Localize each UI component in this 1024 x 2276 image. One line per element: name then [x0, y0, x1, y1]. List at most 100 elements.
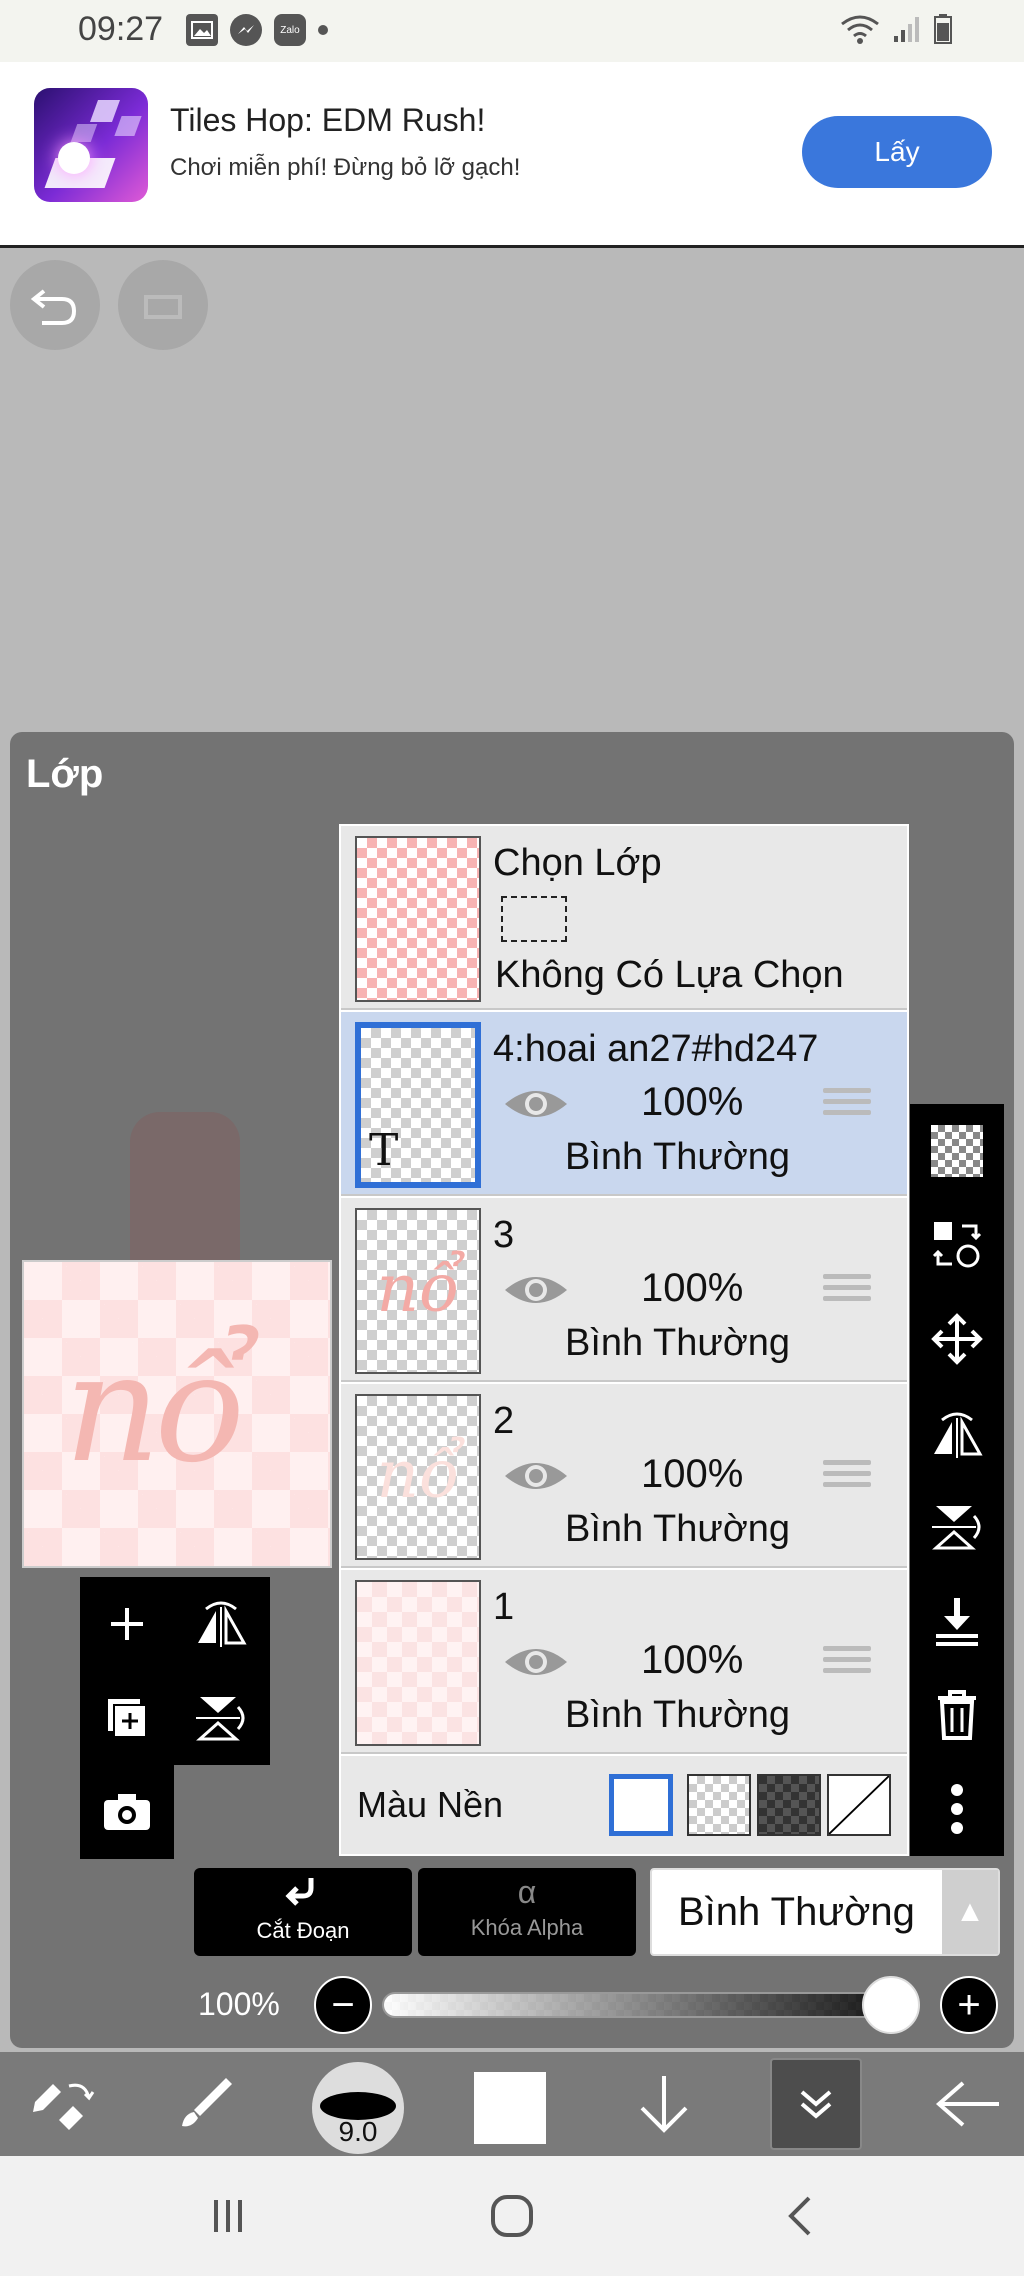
brush-icon [182, 2078, 232, 2127]
duplicate-layer-button[interactable] [80, 1671, 174, 1765]
flip-horizontal-icon [198, 1601, 247, 1647]
convert-layer-button[interactable] [910, 1198, 1004, 1292]
eye-icon[interactable] [503, 1642, 569, 1682]
layer-blend-mode: Bình Thường [565, 1508, 791, 1550]
blend-mode-select[interactable]: Bình Thường ▲ [650, 1868, 1000, 1956]
merge-down-icon [936, 1598, 978, 1646]
selection-layer-row[interactable]: Chọn Lớp Không Có Lựa Chọn [341, 826, 907, 1010]
selection-marquee-icon [501, 896, 567, 942]
add-layer-button[interactable] [80, 1577, 174, 1671]
home-button[interactable] [482, 2186, 542, 2246]
recent-apps-button[interactable] [198, 2186, 258, 2246]
flip-vertical-icon [932, 1506, 981, 1550]
home-icon [491, 2195, 533, 2237]
system-nav-bar [0, 2156, 1024, 2276]
ad-app-icon[interactable] [34, 88, 148, 202]
layer-thumbnail[interactable]: nổ [355, 1208, 481, 1374]
camera-icon [104, 1794, 150, 1830]
bottom-toolbar: 9.0 [0, 2052, 1024, 2156]
opacity-slider[interactable] [382, 1992, 918, 2018]
layer-opacity: 100% [641, 1638, 744, 1682]
layer-thumbnail[interactable]: T [355, 1022, 481, 1188]
plus-icon [111, 1608, 143, 1640]
opacity-slider-thumb[interactable] [862, 1976, 920, 2034]
drag-handle-icon[interactable] [823, 1646, 871, 1680]
brush-size-indicator[interactable]: 9.0 [312, 2062, 404, 2154]
layer-opacity: 100% [641, 1452, 744, 1496]
undo-icon [30, 289, 77, 325]
clipping-button[interactable]: Cắt Đoạn [194, 1868, 412, 1956]
drag-handle-icon[interactable] [823, 1088, 871, 1122]
arrow-left-icon [935, 2081, 999, 2127]
selection-thumbnail [355, 836, 481, 1002]
status-bar: 09:27 Zalo [0, 0, 1024, 62]
ad-get-button[interactable]: Lấy [802, 116, 992, 188]
alpha-lock-icon: α [517, 1874, 537, 1910]
transparency-button[interactable] [910, 1104, 1004, 1198]
layer-row[interactable]: T 4:hoai an27#hd247 100% Bình Thường [341, 1012, 907, 1196]
move-button[interactable] [910, 1292, 1004, 1386]
opacity-decrease-button[interactable]: − [314, 1976, 372, 2034]
layer-name: 2 [493, 1400, 515, 1442]
trash-icon [938, 1690, 976, 1740]
clipping-label: Cắt Đoạn [256, 1918, 350, 1943]
swatch-transparent-dark[interactable] [757, 1774, 821, 1836]
merge-down-button[interactable] [910, 1574, 1004, 1668]
more-options-button[interactable] [910, 1762, 1004, 1856]
layer-opacity: 100% [641, 1080, 744, 1124]
layer-row[interactable]: nổ 3 100% Bình Thường [341, 1198, 907, 1382]
dot-icon [318, 25, 328, 35]
layer-name: 4:hoai an27#hd247 [493, 1028, 819, 1070]
panel-title: Lớp [26, 752, 104, 796]
canvas-preview[interactable]: nổ [22, 1260, 332, 1568]
primary-color-swatch[interactable] [474, 2072, 546, 2144]
ad-title[interactable]: Tiles Hop: EDM Rush! [170, 102, 485, 139]
tool-switch-button[interactable] [0, 2052, 128, 2156]
flip-vertical-layer-button[interactable] [910, 1480, 1004, 1574]
ad-subtitle: Chơi miễn phí! Đừng bỏ lỡ gạch! [170, 154, 521, 181]
triangle-up-icon[interactable]: ▲ [942, 1870, 998, 1954]
layer-name: Chọn Lớp [493, 842, 662, 884]
layer-row[interactable]: nổ 2 100% Bình Thường [341, 1384, 907, 1568]
layer-list: Chọn Lớp Không Có Lựa Chọn T 4:hoai an27… [339, 824, 909, 1856]
drag-handle-icon[interactable] [823, 1274, 871, 1308]
swatch-white[interactable] [609, 1774, 673, 1836]
layer-blend-mode: Bình Thường [565, 1322, 791, 1364]
delete-layer-button[interactable] [910, 1668, 1004, 1762]
camera-button[interactable] [80, 1765, 174, 1859]
alpha-lock-button[interactable]: α Khóa Alpha [418, 1868, 636, 1956]
canvas-area[interactable] [0, 250, 1024, 730]
ad-banner[interactable]: Tiles Hop: EDM Rush! Chơi miễn phí! Đừng… [0, 62, 1024, 248]
swatch-none[interactable] [827, 1774, 891, 1836]
back-button[interactable] [904, 2052, 1024, 2156]
alpha-lock-label: Khóa Alpha [470, 1915, 584, 1940]
layer-controls: Cắt Đoạn α Khóa Alpha Bình Thường ▲ 100%… [10, 1868, 1014, 2038]
flip-horizontal-button[interactable] [174, 1577, 268, 1671]
brush-tool-button[interactable] [140, 2052, 268, 2156]
layer-panel: Lớp nổ Chọn Lớp Không Có Lựa Chọn T 4:ho… [10, 732, 1014, 2048]
drag-handle-icon[interactable] [823, 1460, 871, 1494]
swatch-transparent-light[interactable] [687, 1774, 751, 1836]
layer-name: 3 [493, 1214, 515, 1256]
layer-thumbnail[interactable] [355, 1580, 481, 1746]
layer-thumbnail[interactable]: nổ [355, 1394, 481, 1560]
system-back-button[interactable] [770, 2186, 830, 2246]
layer-thumbnail-art: nổ [376, 1436, 460, 1513]
flip-horizontal-layer-button[interactable] [910, 1386, 1004, 1480]
eye-icon[interactable] [503, 1084, 569, 1124]
opacity-increase-button[interactable]: + [940, 1976, 998, 2034]
undo-button[interactable] [10, 260, 100, 350]
text-layer-icon: T [369, 1125, 399, 1176]
redo-button[interactable] [118, 260, 208, 350]
clipping-icon [285, 1878, 314, 1906]
eye-icon[interactable] [503, 1270, 569, 1310]
layers-panel-button[interactable] [770, 2058, 862, 2150]
flip-vertical-button[interactable] [174, 1671, 268, 1765]
eye-icon[interactable] [503, 1456, 569, 1496]
layer-down-button[interactable] [600, 2052, 728, 2156]
layer-row[interactable]: 1 100% Bình Thường [341, 1570, 907, 1754]
layer-thumbnail-art: nổ [376, 1250, 460, 1327]
layer-opacity: 100% [641, 1266, 744, 1310]
background-color-row: Màu Nền [341, 1756, 907, 1854]
chevron-left-icon [788, 2196, 811, 2236]
